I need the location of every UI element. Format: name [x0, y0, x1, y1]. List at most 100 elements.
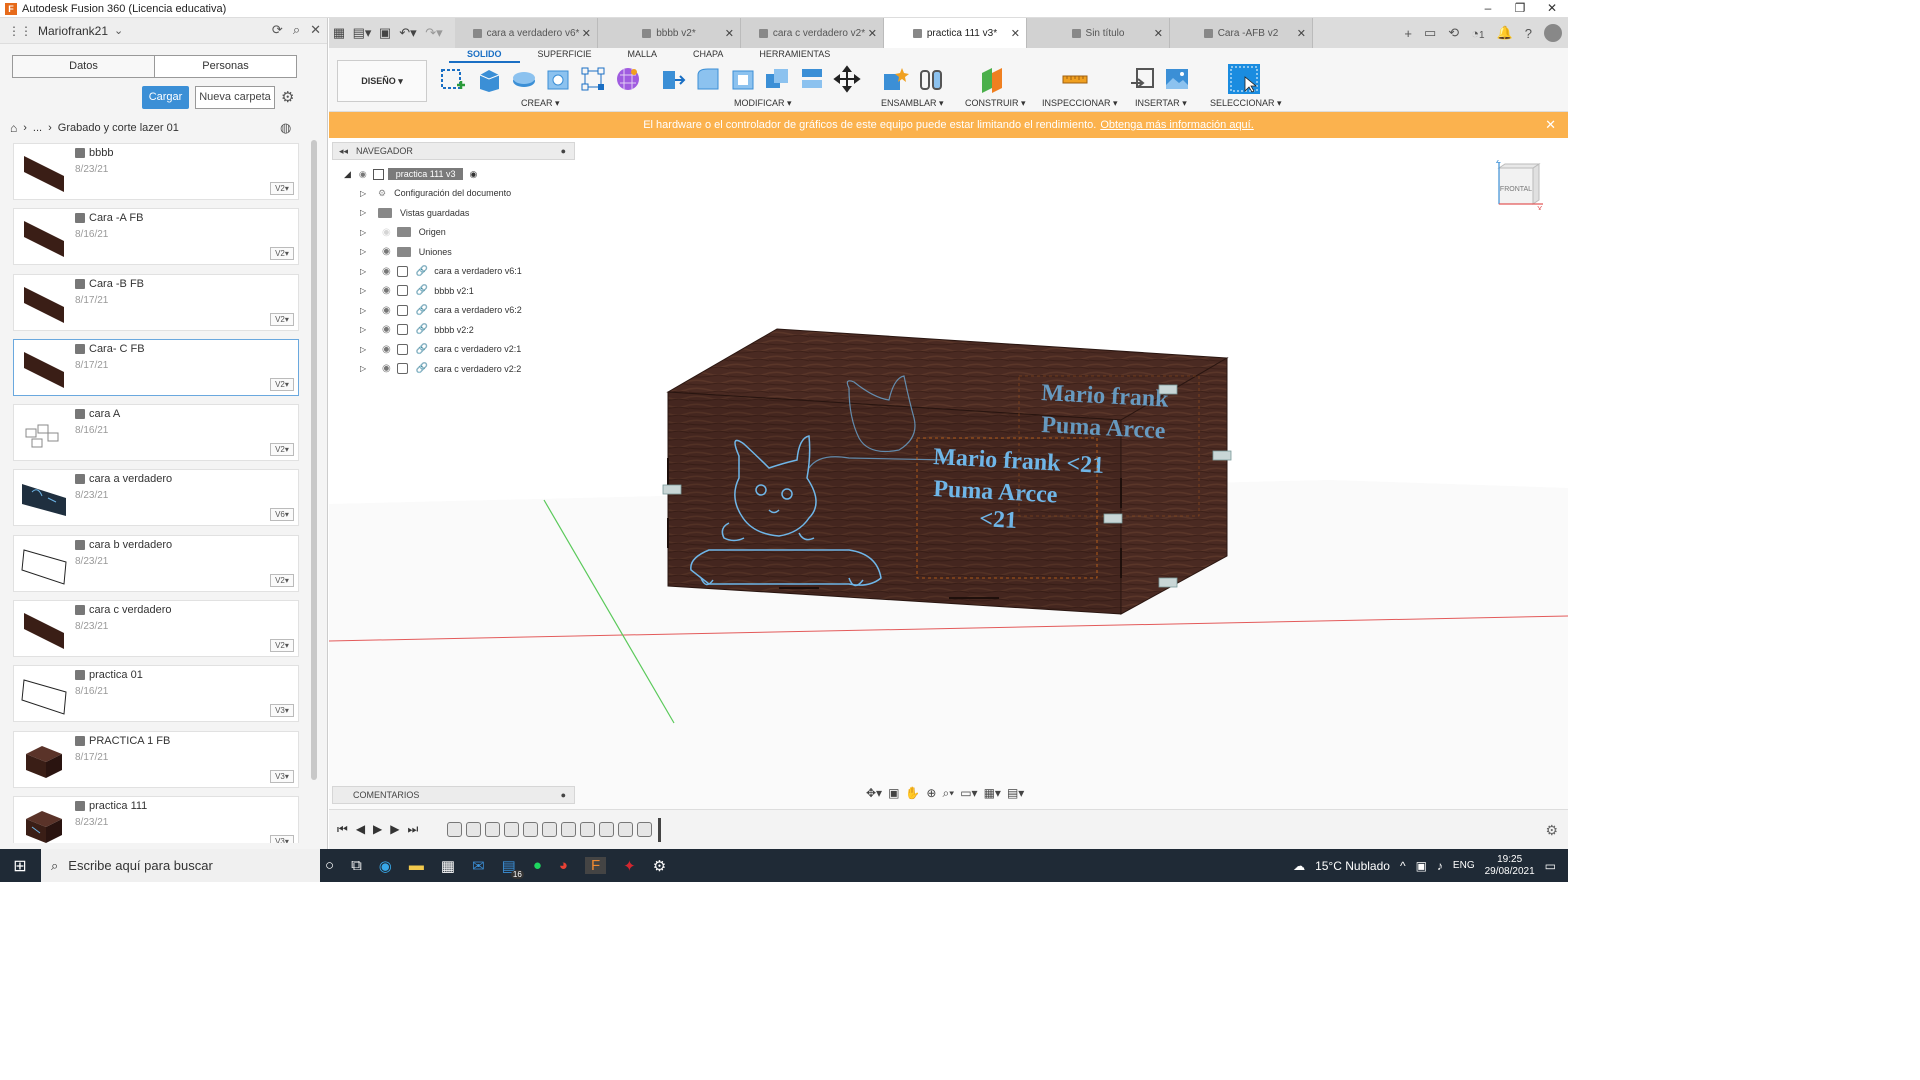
zoom-icon[interactable]: ⊕ [926, 786, 936, 804]
version-dropdown[interactable]: V2▾ [270, 639, 294, 653]
close-tab-icon[interactable]: ✕ [1297, 27, 1306, 40]
version-dropdown[interactable]: V2▾ [270, 443, 294, 457]
eye-icon[interactable]: ◉ [382, 305, 391, 316]
clock[interactable]: 19:25 29/08/2021 [1485, 854, 1535, 878]
file-item[interactable]: Cara- C FB 8/17/21 V2▾ [13, 338, 299, 396]
eye-icon[interactable]: ◉ [382, 246, 391, 257]
bell-icon[interactable]: 🔔 [1497, 25, 1513, 41]
tab-malla[interactable]: MALLA [610, 48, 676, 63]
document-tab[interactable]: cara c verdadero v2* ✕ [741, 18, 884, 48]
breadcrumb-ellipsis[interactable]: ... [33, 122, 42, 134]
tree-item[interactable]: ▷ ◉ 🔗 cara a verdadero v6:1 [360, 262, 522, 280]
close-tab-icon[interactable]: ✕ [725, 27, 734, 40]
expand-icon[interactable]: ▷ [360, 306, 370, 315]
timeline-step-icon[interactable] [637, 822, 652, 837]
timeline-step-icon[interactable] [542, 822, 557, 837]
version-dropdown[interactable]: V6▾ [270, 508, 294, 522]
group-construir[interactable]: CONSTRUIR ▾ [965, 98, 1026, 109]
file-explorer-icon[interactable]: ▬ [409, 857, 424, 874]
tree-item[interactable]: ▷ Vistas guardadas [360, 204, 469, 222]
globe-icon[interactable]: ◍ [280, 120, 291, 136]
expand-icon[interactable]: ▷ [360, 247, 370, 256]
move-icon[interactable] [833, 65, 861, 93]
language-indicator[interactable]: ENG [1453, 860, 1475, 871]
version-dropdown[interactable]: V2▾ [270, 377, 294, 391]
tree-root[interactable]: ◢ ◉ practica 111 v3 ◉ [344, 166, 477, 182]
store-icon[interactable]: ▦ [441, 857, 455, 875]
insert-derive-icon[interactable] [1129, 65, 1157, 93]
form-icon[interactable] [614, 65, 642, 93]
timeline-step-icon[interactable] [485, 822, 500, 837]
orbit-icon[interactable]: ✥▾ [866, 786, 882, 804]
action-center-icon[interactable]: ▭ [1545, 859, 1556, 873]
extensions-icon[interactable]: ⟲ [1448, 25, 1459, 41]
tree-item[interactable]: ▷ ◉ 🔗 bbbb v2:1 [360, 282, 474, 300]
offset-plane-icon[interactable] [978, 65, 1006, 93]
tree-item[interactable]: ▷ ◉ 🔗 bbbb v2:2 [360, 321, 474, 339]
version-dropdown[interactable]: V2▾ [270, 573, 294, 587]
redo-icon[interactable]: ↷▾ [421, 25, 447, 41]
eye-icon[interactable]: ◉ [382, 324, 391, 335]
comments-panel-header[interactable]: COMENTARIOS ● [332, 786, 575, 804]
hole-icon[interactable] [544, 65, 572, 93]
upload-button[interactable]: Cargar [142, 86, 189, 109]
tab-superficie[interactable]: SUPERFICIE [520, 48, 610, 63]
eye-icon[interactable]: ◉ [382, 266, 391, 277]
windows-start-icon[interactable]: ⊞ [0, 856, 40, 876]
play-icon[interactable]: ▶ [373, 822, 382, 837]
version-dropdown[interactable]: V2▾ [270, 182, 294, 195]
tab-personas[interactable]: Personas [155, 56, 296, 77]
close-tab-icon[interactable]: ✕ [1011, 27, 1020, 40]
timeline-step-icon[interactable] [466, 822, 481, 837]
mail-icon[interactable]: ✉ [472, 857, 485, 875]
navigator-panel-header[interactable]: ◂◂ NAVEGADOR ● [332, 142, 575, 160]
file-item[interactable]: PRACTICA 1 FB 8/17/21 V3▾ [13, 730, 299, 788]
measure-icon[interactable] [1061, 65, 1089, 93]
tab-herramientas[interactable]: HERRAMIENTAS [741, 48, 848, 63]
tab-datos[interactable]: Datos [13, 56, 155, 77]
chevron-up-icon[interactable]: ^ [1400, 859, 1406, 873]
file-item[interactable]: Cara -A FB 8/16/21 V2▾ [13, 208, 299, 266]
group-seleccionar[interactable]: SELECCIONAR ▾ [1210, 98, 1282, 109]
tab-chapa[interactable]: CHAPA [675, 48, 741, 63]
collapse-icon[interactable]: ◂◂ [339, 146, 348, 157]
group-crear[interactable]: CREAR ▾ [521, 98, 560, 109]
document-tab[interactable]: Cara -AFB v2 ✕ [1170, 18, 1313, 48]
workspace-switcher[interactable]: DISEÑO ▾ [337, 60, 427, 102]
eye-icon[interactable]: ◉ [382, 344, 391, 355]
autodesk-app-icon[interactable]: ✦ [623, 857, 636, 875]
undo-icon[interactable]: ↶▾ [395, 25, 421, 41]
file-item[interactable]: Cara -B FB 8/17/21 V2▾ [13, 273, 299, 331]
home-icon[interactable]: ⌂ [10, 121, 17, 135]
weather-icon[interactable]: ☁ [1293, 859, 1305, 873]
last-step-icon[interactable]: ⏭ [408, 822, 419, 837]
next-step-icon[interactable]: ▶ [390, 822, 399, 837]
edge-icon[interactable]: ◉ [379, 857, 392, 875]
version-dropdown[interactable]: V2▾ [270, 312, 294, 326]
joint-icon[interactable] [917, 65, 945, 93]
close-icon[interactable]: ✕ [1545, 117, 1556, 133]
timeline-step-icon[interactable] [504, 822, 519, 837]
version-dropdown[interactable]: V2▾ [270, 247, 294, 261]
grid-settings-icon[interactable]: ▦▾ [984, 786, 1001, 804]
file-item[interactable]: cara b verdadero 8/23/21 V2▾ [13, 534, 299, 592]
settings-icon[interactable]: ⚙ [653, 857, 666, 875]
file-item[interactable]: cara c verdadero 8/23/21 V2▾ [13, 600, 299, 658]
timeline-step-icon[interactable] [561, 822, 576, 837]
file-item[interactable]: cara a verdadero 8/23/21 V6▾ [13, 469, 299, 527]
eye-icon[interactable]: ◉ [382, 285, 391, 296]
viewcube[interactable]: Z X FRONTAL [1493, 160, 1543, 210]
group-inspeccionar[interactable]: INSPECCIONAR ▾ [1042, 98, 1118, 109]
close-tab-icon[interactable]: ✕ [582, 27, 591, 40]
pan-icon[interactable]: ✋ [905, 786, 920, 804]
expand-icon[interactable]: ▷ [360, 189, 370, 198]
grid-icon[interactable]: ▦ [329, 25, 349, 41]
new-component-icon[interactable] [881, 65, 909, 93]
calendar-app-icon[interactable]: ▤ 16 [502, 857, 524, 879]
pin-icon[interactable]: ● [561, 787, 566, 803]
warning-link[interactable]: Obtenga más información aquí. [1100, 119, 1253, 131]
fillet-icon[interactable] [694, 65, 722, 93]
new-tab-icon[interactable]: + [1404, 26, 1412, 41]
save-icon[interactable]: ▣ [375, 25, 395, 41]
taskbar-search[interactable]: ⌕ Escribe aquí para buscar [41, 849, 320, 882]
